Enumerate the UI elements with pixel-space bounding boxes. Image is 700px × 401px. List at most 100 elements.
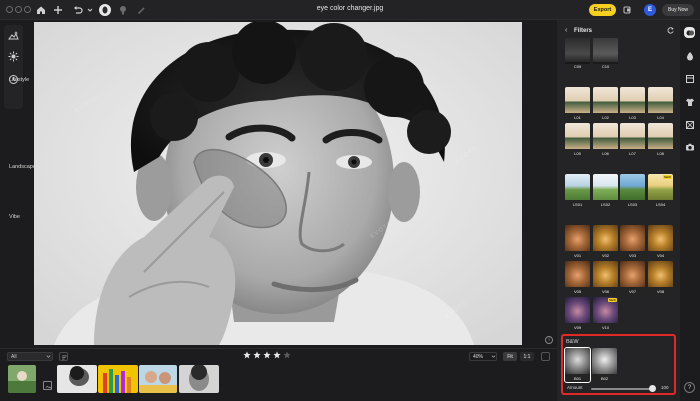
section-title-landscape: Landscape [9, 164, 36, 170]
filter-thumb-v05[interactable]: V05 [565, 261, 590, 295]
filter-label: V09 [565, 323, 590, 331]
layout-tab-icon[interactable] [684, 73, 695, 84]
one-to-one-button[interactable]: 1:1 [520, 352, 534, 361]
filter-thumb-ls03[interactable]: LS03 [620, 174, 645, 208]
filter-thumb-v01[interactable]: V01 [565, 225, 590, 259]
section-title-vibe: Vibe [9, 214, 20, 220]
user-avatar[interactable]: E [644, 4, 656, 16]
fullscreen-icon[interactable] [541, 352, 550, 361]
buy-now-button[interactable]: Buy Now [662, 4, 694, 16]
rating-star-icon[interactable] [273, 351, 281, 359]
filter-label: L04 [648, 113, 673, 121]
filter-preview [565, 174, 590, 200]
filter-preview [565, 87, 590, 113]
film-thumb[interactable] [57, 365, 97, 393]
filter-preview [620, 174, 645, 200]
filter-thumb-v04[interactable]: V04 [648, 225, 673, 259]
settings-sun-icon[interactable] [8, 51, 19, 62]
filters-tab-icon[interactable] [684, 27, 695, 38]
help-icon[interactable]: ? [684, 382, 695, 393]
filter-thumb-l06[interactable]: L06 [593, 123, 618, 157]
rating-star-icon[interactable] [253, 351, 261, 359]
amount-slider-track[interactable] [591, 388, 653, 390]
filter-thumb-l07[interactable]: L07 [620, 123, 645, 157]
filter-label: L08 [648, 149, 673, 157]
filter-label: LS02 [593, 200, 618, 208]
amount-slider[interactable]: Amount 100 [567, 385, 671, 393]
amount-value: 100 [661, 385, 669, 390]
auto-adjust-icon[interactable] [8, 30, 19, 41]
section-title-bw: B&W [566, 339, 579, 345]
filter-preview [593, 123, 618, 149]
filter-thumb-ls02[interactable]: LS02 [593, 174, 618, 208]
film-thumb[interactable] [179, 365, 219, 393]
section-title-lifestyle: Lifestyle [9, 77, 30, 83]
right-icon-bar: ? [680, 20, 700, 401]
filter-preview [565, 123, 590, 149]
filter-thumb-v03[interactable]: V03 [620, 225, 645, 259]
filter-thumb-c10[interactable]: C10 [593, 38, 618, 70]
filter-thumb-v08[interactable]: V08 [648, 261, 673, 295]
film-thumb[interactable] [8, 365, 36, 393]
select-chevron-icon [46, 354, 51, 359]
filter-preview [620, 225, 645, 251]
filter-thumb-c09[interactable]: C09 [565, 38, 590, 70]
clothing-tab-icon[interactable] [684, 96, 695, 107]
filter-thumb-v10[interactable]: NEW V10 [593, 297, 618, 331]
filter-thumb-b01[interactable]: B01 [564, 347, 591, 383]
export-button[interactable]: Export [589, 4, 616, 16]
camera-tab-icon[interactable] [684, 141, 695, 152]
filter-label: B01 [565, 374, 590, 382]
filter-thumb-l05[interactable]: L05 [565, 123, 590, 157]
filter-thumb-ls04[interactable]: NEW LS04 [648, 174, 673, 208]
filter-label: V06 [593, 287, 618, 295]
tool-group [4, 25, 23, 109]
filter-thumb-l04[interactable]: L04 [648, 87, 673, 121]
filter-label: V10 [593, 323, 618, 331]
filter-thumb-v06[interactable]: V06 [593, 261, 618, 295]
filter-label: V02 [593, 251, 618, 259]
filter-thumb-v07[interactable]: V07 [620, 261, 645, 295]
filter-thumb-b02[interactable]: B02 [592, 348, 617, 382]
filter-thumb-l01[interactable]: L01 [565, 87, 590, 121]
filter-thumb-l08[interactable]: L08 [648, 123, 673, 157]
filter-preview [648, 225, 673, 251]
filter-thumb-v09[interactable]: V09 [565, 297, 590, 331]
filter-preview [593, 261, 618, 287]
frame-tab-icon[interactable] [684, 119, 695, 130]
filter-label: V08 [648, 287, 673, 295]
main-photo[interactable]: EVOTO EVOTO EVOTO EVOTO [34, 22, 522, 345]
info-icon[interactable]: i [545, 336, 553, 344]
filter-thumb-ls01[interactable]: LS01 [565, 174, 590, 208]
filter-label: V04 [648, 251, 673, 259]
back-chevron-icon[interactable]: ‹ [565, 27, 567, 34]
film-thumb[interactable] [98, 365, 138, 393]
rating-star-icon[interactable] [263, 351, 271, 359]
bottom-bar: All 40% Fit 1:1 [0, 348, 557, 401]
reset-icon[interactable] [666, 26, 675, 35]
filter-label: V03 [620, 251, 645, 259]
filter-label: LS01 [565, 200, 590, 208]
rating-star-icon[interactable] [243, 351, 251, 359]
share-icon[interactable] [621, 4, 633, 16]
filter-label: L07 [620, 149, 645, 157]
rating-star-icon[interactable] [283, 351, 291, 359]
filter-label: L03 [620, 113, 645, 121]
zoom-chevron-icon [491, 354, 496, 359]
filter-thumb-v02[interactable]: V02 [593, 225, 618, 259]
rating-stars[interactable] [243, 351, 291, 359]
filter-preview [565, 261, 590, 287]
filter-preview [648, 123, 673, 149]
amount-slider-knob[interactable] [649, 385, 656, 392]
panel-title: Filters [574, 28, 593, 34]
filter-thumb-l02[interactable]: L02 [593, 87, 618, 121]
filter-label: LS03 [620, 200, 645, 208]
film-thumb[interactable] [139, 365, 177, 393]
add-photo-icon[interactable] [43, 381, 52, 390]
filter-thumb-l03[interactable]: L03 [620, 87, 645, 121]
filter-preview [593, 225, 618, 251]
sort-icon[interactable] [59, 352, 68, 361]
filter-preview [648, 87, 673, 113]
color-tab-icon[interactable] [684, 50, 695, 61]
fit-button[interactable]: Fit [503, 352, 517, 361]
